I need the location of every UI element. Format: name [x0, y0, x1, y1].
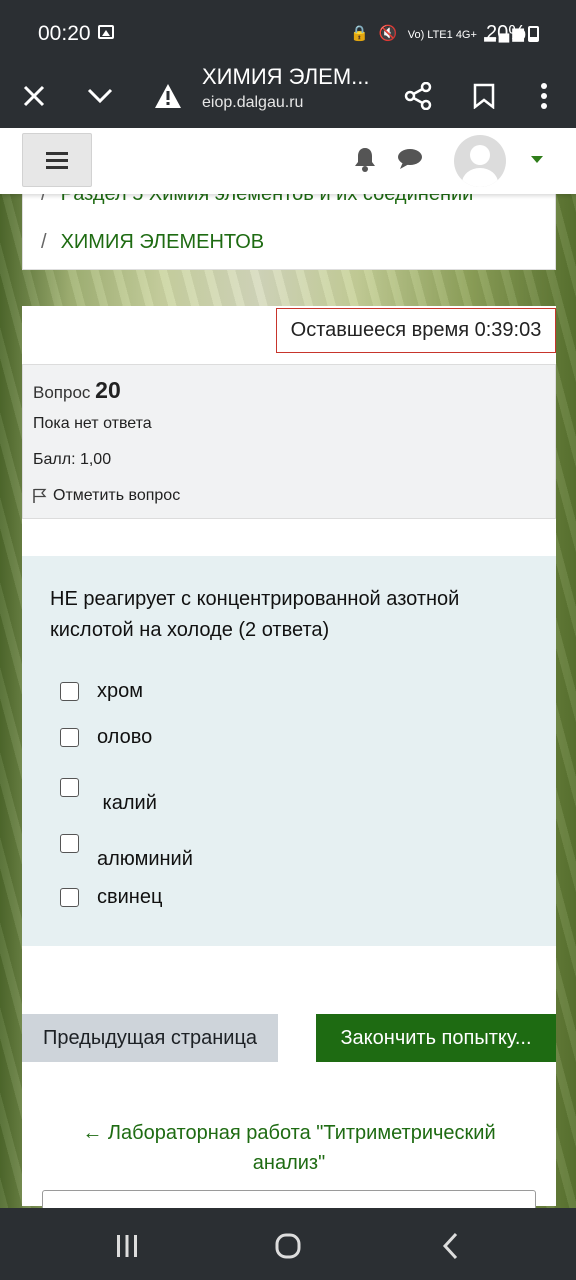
close-icon[interactable] — [8, 70, 60, 122]
answer-option[interactable]: свинец — [60, 886, 162, 909]
quiz-card: Оставшееся время 0:39:03 Вопрос 20 Пока … — [22, 306, 556, 1208]
answer-checkbox[interactable] — [60, 728, 79, 747]
finish-attempt-button[interactable]: Закончить попытку... — [316, 1014, 556, 1062]
web-page: / Раздел 5 Химия элементов и их соединени… — [0, 128, 576, 1208]
avatar-icon[interactable] — [454, 135, 506, 187]
answer-label: алюминий — [97, 848, 193, 870]
menu-icon[interactable] — [22, 133, 92, 187]
breadcrumb-separator: / — [41, 231, 47, 253]
lock-icon: 🔒 — [350, 25, 372, 42]
answer-label: олово — [97, 726, 153, 748]
answer-option[interactable]: алюминий — [60, 834, 193, 871]
status-bar: 00:20 🔒 🔇 Vo) LTE1 4G+ ▂▄▆ 20% — [0, 0, 576, 64]
back-icon[interactable] — [430, 1228, 470, 1264]
battery-level: 20% — [486, 22, 527, 44]
status-time: 00:20 — [38, 22, 91, 45]
question-label: Вопрос — [33, 383, 91, 402]
breadcrumb-item: / ХИМИЯ ЭЛЕМЕНТОВ — [41, 231, 264, 254]
system-nav-bar — [0, 1212, 576, 1280]
page-url[interactable]: eiop.dalgau.ru — [202, 94, 303, 112]
previous-page-button[interactable]: Предыдущая страница — [22, 1014, 278, 1062]
image-icon — [98, 25, 114, 39]
chat-icon[interactable] — [397, 148, 423, 175]
caret-down-icon[interactable] — [531, 156, 543, 163]
bookmark-icon[interactable] — [458, 70, 510, 122]
battery-icon — [528, 26, 539, 42]
recents-icon[interactable] — [107, 1228, 147, 1264]
page-title: ХИМИЯ ЭЛЕМ... — [202, 64, 370, 89]
flag-question-link[interactable]: Отметить вопрос — [33, 487, 180, 505]
browser-toolbar: ХИМИЯ ЭЛЕМ... eiop.dalgau.ru — [0, 64, 576, 128]
mute-icon: 🔇 — [378, 25, 401, 42]
question-grade: Балл: 1,00 — [33, 451, 112, 468]
question-content: НЕ реагирует с концентрированной азотной… — [22, 556, 556, 946]
breadcrumb-link-topic[interactable]: ХИМИЯ ЭЛЕМЕНТОВ — [61, 231, 265, 253]
answer-checkbox[interactable] — [60, 778, 79, 797]
question-text: НЕ реагирует с концентрированной азотной… — [50, 588, 460, 641]
flag-icon — [33, 488, 47, 503]
flag-label: Отметить вопрос — [53, 487, 181, 504]
quiz-timer: Оставшееся время 0:39:03 — [276, 308, 556, 353]
answer-option[interactable]: олово — [60, 726, 152, 749]
more-vert-icon[interactable] — [518, 70, 570, 122]
breadcrumb: / Раздел 5 Химия элементов и их соединени… — [22, 184, 556, 270]
chevron-down-icon[interactable] — [74, 70, 126, 122]
question-number-value: 20 — [95, 377, 121, 403]
answer-checkbox[interactable] — [60, 888, 79, 907]
answer-checkbox[interactable] — [60, 834, 79, 853]
share-icon[interactable] — [392, 70, 444, 122]
home-icon[interactable] — [268, 1228, 308, 1264]
jump-to-select[interactable] — [42, 1190, 536, 1208]
answer-checkbox[interactable] — [60, 682, 79, 701]
answer-label: калий — [97, 792, 157, 814]
network-label: Vo) LTE1 4G+ — [407, 29, 477, 41]
site-header — [0, 128, 576, 194]
answer-label: свинец — [97, 886, 163, 908]
question-state: Пока нет ответа — [33, 415, 152, 432]
previous-activity-link[interactable]: ← Лабораторная работа "Титриметрический … — [62, 1118, 516, 1178]
question-number: Вопрос 20 — [33, 377, 121, 404]
answer-option[interactable]: калий — [60, 778, 157, 815]
question-info: Вопрос 20 Пока нет ответа Балл: 1,00 Отм… — [22, 364, 556, 519]
bell-icon[interactable] — [353, 146, 377, 177]
answer-option[interactable]: хром — [60, 680, 143, 703]
warning-icon[interactable] — [142, 70, 194, 122]
answer-label: хром — [97, 680, 143, 702]
